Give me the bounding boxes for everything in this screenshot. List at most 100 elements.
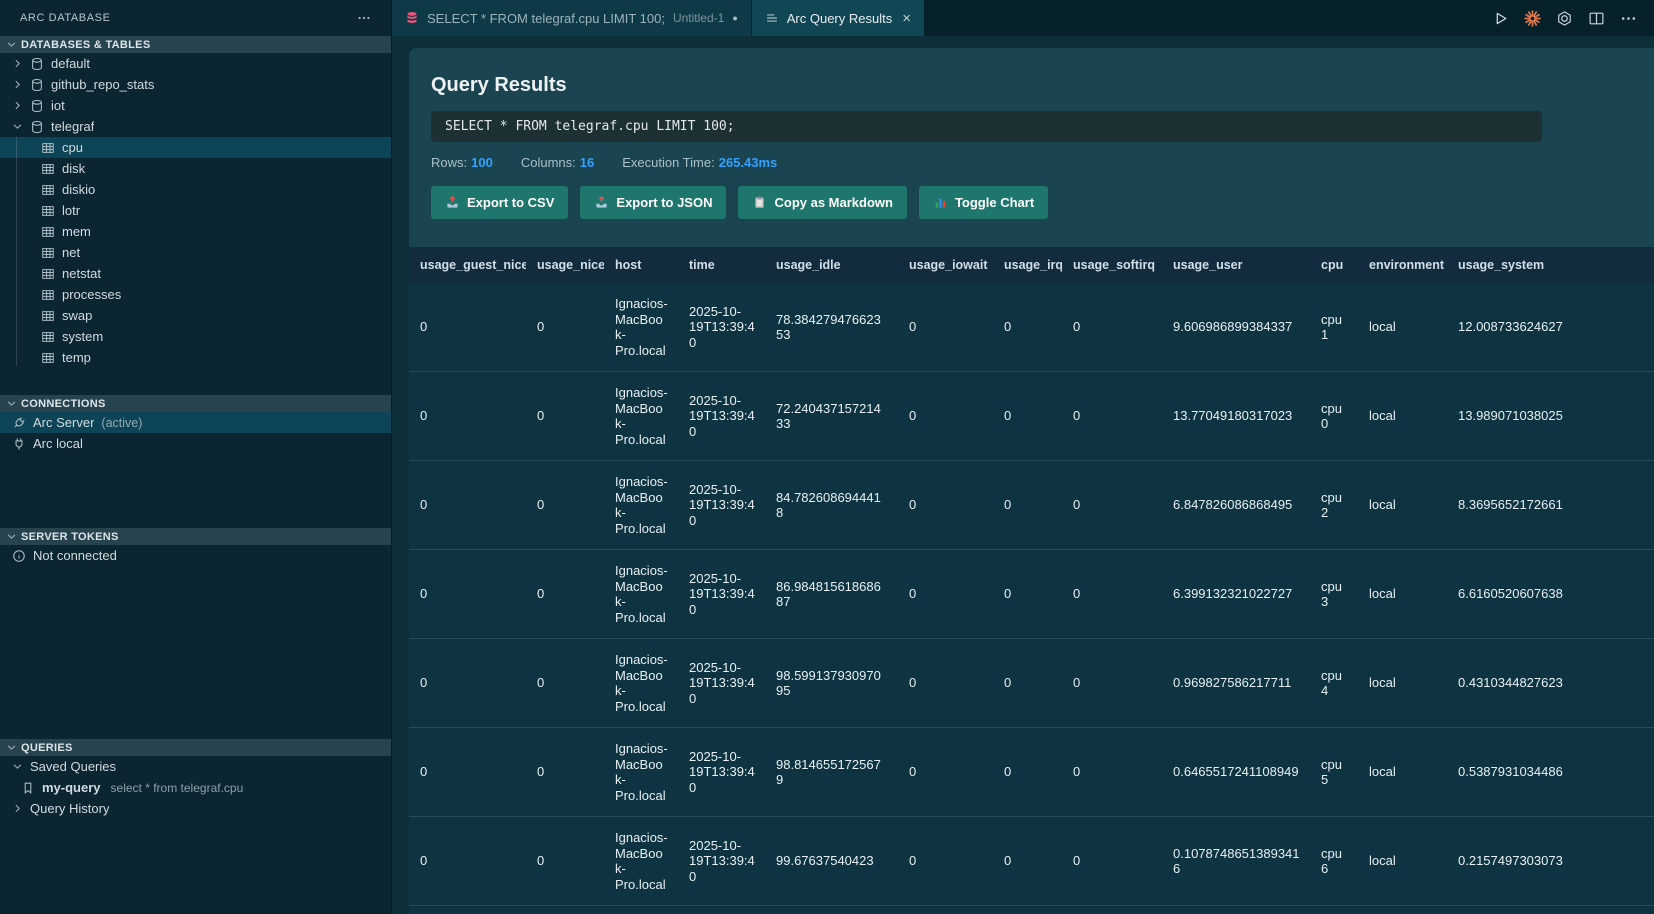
results-table: usage_guest_niceusage_nicehosttimeusage_… xyxy=(409,247,1654,914)
table-item-temp[interactable]: temp xyxy=(0,347,391,368)
cell-host: Ignacios-MacBook-Pro.local xyxy=(604,372,678,461)
list-item-arc-server[interactable]: Arc Server (active) xyxy=(0,412,391,433)
table-item-cpu[interactable]: cpu xyxy=(0,137,391,158)
table-item-mem[interactable]: mem xyxy=(0,221,391,242)
openai-icon[interactable] xyxy=(1556,10,1573,27)
table-item-swap[interactable]: swap xyxy=(0,305,391,326)
table-item-diskio[interactable]: diskio xyxy=(0,179,391,200)
queries-list: Saved Queriesmy-queryselect * from teleg… xyxy=(0,756,391,819)
database-label: github_repo_stats xyxy=(51,77,154,92)
section-queries[interactable]: QUERIES xyxy=(0,739,391,756)
column-header-usage_idle[interactable]: usage_idle xyxy=(765,247,898,283)
database-item-default[interactable]: default xyxy=(0,53,391,74)
results-table-container[interactable]: usage_guest_niceusage_nicehosttimeusage_… xyxy=(409,247,1654,914)
modified-dot-icon: ● xyxy=(732,14,737,23)
cell-usage_guest_nice: 0 xyxy=(409,639,526,728)
toggle-chart-button[interactable]: Toggle Chart xyxy=(919,186,1048,219)
query-stats: Rows:100 Columns:16 Execution Time:265.4… xyxy=(431,155,1632,170)
table-item-disk[interactable]: disk xyxy=(0,158,391,179)
database-item-github_repo_stats[interactable]: github_repo_stats xyxy=(0,74,391,95)
cell-usage_nice: 0 xyxy=(526,817,604,906)
database-item-iot[interactable]: iot xyxy=(0,95,391,116)
server-tokens-list: Not connected xyxy=(0,545,391,566)
table-item-processes[interactable]: processes xyxy=(0,284,391,305)
item-label: Arc Server xyxy=(33,415,94,430)
cell-usage_user: 6.847826086868495 xyxy=(1162,461,1310,550)
table-item-net[interactable]: net xyxy=(0,242,391,263)
chevron-down-icon xyxy=(12,761,23,772)
chevron-right-icon xyxy=(12,803,23,814)
table-row: 00 Ignacios-MacBook-Pro.local2025-10-19T1… xyxy=(409,906,1654,914)
more-actions-icon[interactable] xyxy=(1620,10,1637,27)
cell-usage_user: 0.10787486513893416 xyxy=(1162,817,1310,906)
connections-list: Arc Server (active) Arc local xyxy=(0,412,391,454)
list-item-arc-local[interactable]: Arc local xyxy=(0,433,391,454)
database-icon xyxy=(30,78,44,92)
column-header-usage_system[interactable]: usage_system xyxy=(1447,247,1654,283)
more-actions-icon[interactable] xyxy=(357,11,371,25)
tab-arc-query-results[interactable]: Arc Query Results × xyxy=(752,0,925,36)
cell-time: 2025-10-19T13:39:40 xyxy=(678,728,765,817)
column-header-time[interactable]: time xyxy=(678,247,765,283)
table-icon xyxy=(41,183,55,197)
cell-usage_guest_nice: 0 xyxy=(409,550,526,639)
database-item-telegraf[interactable]: telegraf xyxy=(0,116,391,137)
column-header-host[interactable]: host xyxy=(604,247,678,283)
column-header-usage_user[interactable]: usage_user xyxy=(1162,247,1310,283)
table-label: swap xyxy=(62,308,92,323)
cell-host: Ignacios-MacBook-Pro.local xyxy=(604,550,678,639)
section-connections[interactable]: CONNECTIONS xyxy=(0,395,391,412)
sidebar-header: ARC DATABASE xyxy=(0,0,391,36)
cell-environment: local xyxy=(1358,550,1447,639)
tab-bar: SELECT * FROM telegraf.cpu LIMIT 100; Un… xyxy=(392,0,1654,36)
export-icon xyxy=(594,195,609,210)
databases-tree: defaultgithub_repo_statsiottelegrafcpudi… xyxy=(0,53,391,368)
cell-usage_user: 0.969827586217711 xyxy=(1162,639,1310,728)
export-csv-button[interactable]: Export to CSV xyxy=(431,186,568,219)
close-icon[interactable]: × xyxy=(902,11,911,26)
item-description: select * from telegraf.cpu xyxy=(111,781,244,795)
claude-icon[interactable] xyxy=(1524,10,1541,27)
cell-host: Ignacios-MacBook-Pro.local xyxy=(604,906,678,914)
cell-usage_iowait: 0 xyxy=(898,372,993,461)
export-json-button[interactable]: Export to JSON xyxy=(580,186,726,219)
column-header-usage_guest_nice[interactable]: usage_guest_nice xyxy=(409,247,526,283)
item-label: Query History xyxy=(30,801,109,816)
section-databases-tables[interactable]: DATABASES & TABLES xyxy=(0,36,391,53)
cell-cpu: cpu3 xyxy=(1310,550,1358,639)
column-header-usage_irq[interactable]: usage_irq xyxy=(993,247,1062,283)
list-item-query-history[interactable]: Query History xyxy=(0,798,391,819)
cell-usage_irq: 0 xyxy=(993,906,1062,914)
table-item-lotr[interactable]: lotr xyxy=(0,200,391,221)
cell-usage_softirq: 0 xyxy=(1062,906,1162,914)
chevron-right-icon xyxy=(12,58,23,69)
list-item-saved-queries[interactable]: Saved Queries xyxy=(0,756,391,777)
column-header-cpu[interactable]: cpu xyxy=(1310,247,1358,283)
run-query-icon[interactable] xyxy=(1492,10,1509,27)
list-item-not-connected[interactable]: Not connected xyxy=(0,545,391,566)
chevron-down-icon xyxy=(6,531,17,542)
cell-usage_softirq: 0 xyxy=(1062,817,1162,906)
cell-cpu: cpu2 xyxy=(1310,461,1358,550)
copy-markdown-button[interactable]: Copy as Markdown xyxy=(738,186,906,219)
database-label: telegraf xyxy=(51,119,94,134)
table-row: 00Ignacios-MacBook-Pro.local2025-10-19T1… xyxy=(409,550,1654,639)
cell-environment: local xyxy=(1358,817,1447,906)
cell-time: 2025-10-19T13:39:40 xyxy=(678,906,765,914)
column-header-usage_nice[interactable]: usage_nice xyxy=(526,247,604,283)
table-item-netstat[interactable]: netstat xyxy=(0,263,391,284)
column-header-usage_iowait[interactable]: usage_iowait xyxy=(898,247,993,283)
tab-sql-editor[interactable]: SELECT * FROM telegraf.cpu LIMIT 100; Un… xyxy=(392,0,752,36)
column-header-usage_softirq[interactable]: usage_softirq xyxy=(1062,247,1162,283)
list-item-my-query[interactable]: my-queryselect * from telegraf.cpu xyxy=(0,777,391,798)
table-body: 00Ignacios-MacBook-Pro.local2025-10-19T1… xyxy=(409,283,1654,914)
column-header-environment[interactable]: environment xyxy=(1358,247,1447,283)
section-server-tokens[interactable]: SERVER TOKENS xyxy=(0,528,391,545)
tables-group: cpudiskdiskiolotrmemnetnetstatprocesses s… xyxy=(0,137,391,368)
plug-icon xyxy=(12,437,26,451)
cell-usage_irq: 0 xyxy=(993,461,1062,550)
item-suffix: (active) xyxy=(101,416,142,430)
split-editor-icon[interactable] xyxy=(1588,10,1605,27)
cell-host: Ignacios-MacBook-Pro.local xyxy=(604,728,678,817)
table-item-system[interactable]: system xyxy=(0,326,391,347)
